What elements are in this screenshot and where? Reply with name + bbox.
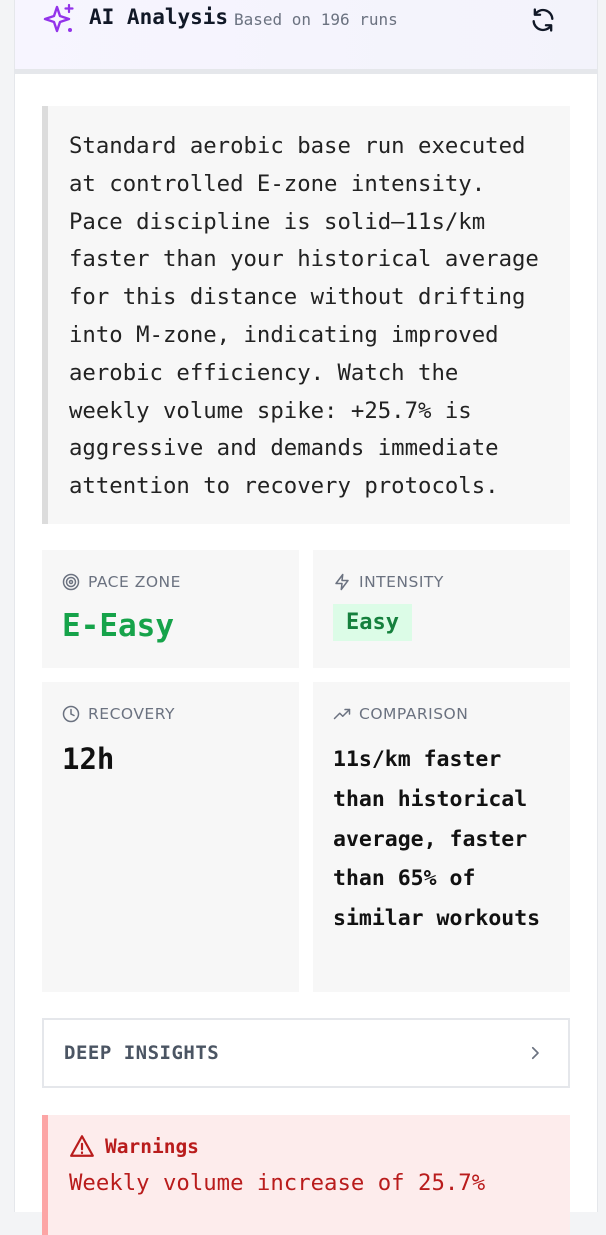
analysis-summary: Standard aerobic base run executed at co…: [42, 106, 570, 524]
trending-up-icon: [333, 708, 351, 720]
target-icon: [62, 573, 80, 591]
deep-insights-toggle[interactable]: DEEP INSIGHTS: [42, 1018, 570, 1088]
deep-insights-label: DEEP INSIGHTS: [64, 1042, 220, 1064]
ai-analysis-panel: AI Analysis Based on 196 runs Standard a…: [14, 0, 598, 1235]
clock-icon: [62, 705, 80, 723]
warnings-title: Warnings: [105, 1134, 199, 1158]
summary-text: Standard aerobic base run executed at co…: [69, 133, 539, 500]
lightning-icon: [335, 573, 349, 591]
chevron-right-icon: [526, 1044, 544, 1062]
pace-zone-value: E-Easy: [62, 608, 174, 644]
refresh-icon[interactable]: [529, 6, 557, 34]
intensity-badge: Easy: [333, 604, 412, 641]
sparkle-icon: [42, 3, 76, 37]
recovery-label: RECOVERY: [88, 705, 175, 723]
pace-zone-card: PACE ZONE E-Easy: [42, 550, 299, 668]
recovery-card: RECOVERY 12h: [42, 682, 299, 992]
comparison-card: COMPARISON 11s/km faster than historical…: [313, 682, 570, 992]
comparison-label: COMPARISON: [359, 705, 469, 723]
panel-title: AI Analysis: [89, 5, 229, 29]
panel-header: AI Analysis Based on 196 runs: [15, 0, 597, 74]
runs-count-subtitle: Based on 196 runs: [234, 10, 398, 29]
intensity-card: INTENSITY Easy: [313, 550, 570, 668]
warning-item: Weekly volume increase of 25.7%: [69, 1170, 486, 1196]
comparison-value: 11s/km faster than historical average, f…: [333, 747, 541, 932]
intensity-label: INTENSITY: [359, 573, 444, 591]
recovery-value: 12h: [62, 742, 115, 776]
pace-zone-label: PACE ZONE: [88, 573, 181, 591]
alert-triangle-icon: [70, 1135, 94, 1157]
warnings-box: Warnings Weekly volume increase of 25.7%: [42, 1115, 570, 1235]
